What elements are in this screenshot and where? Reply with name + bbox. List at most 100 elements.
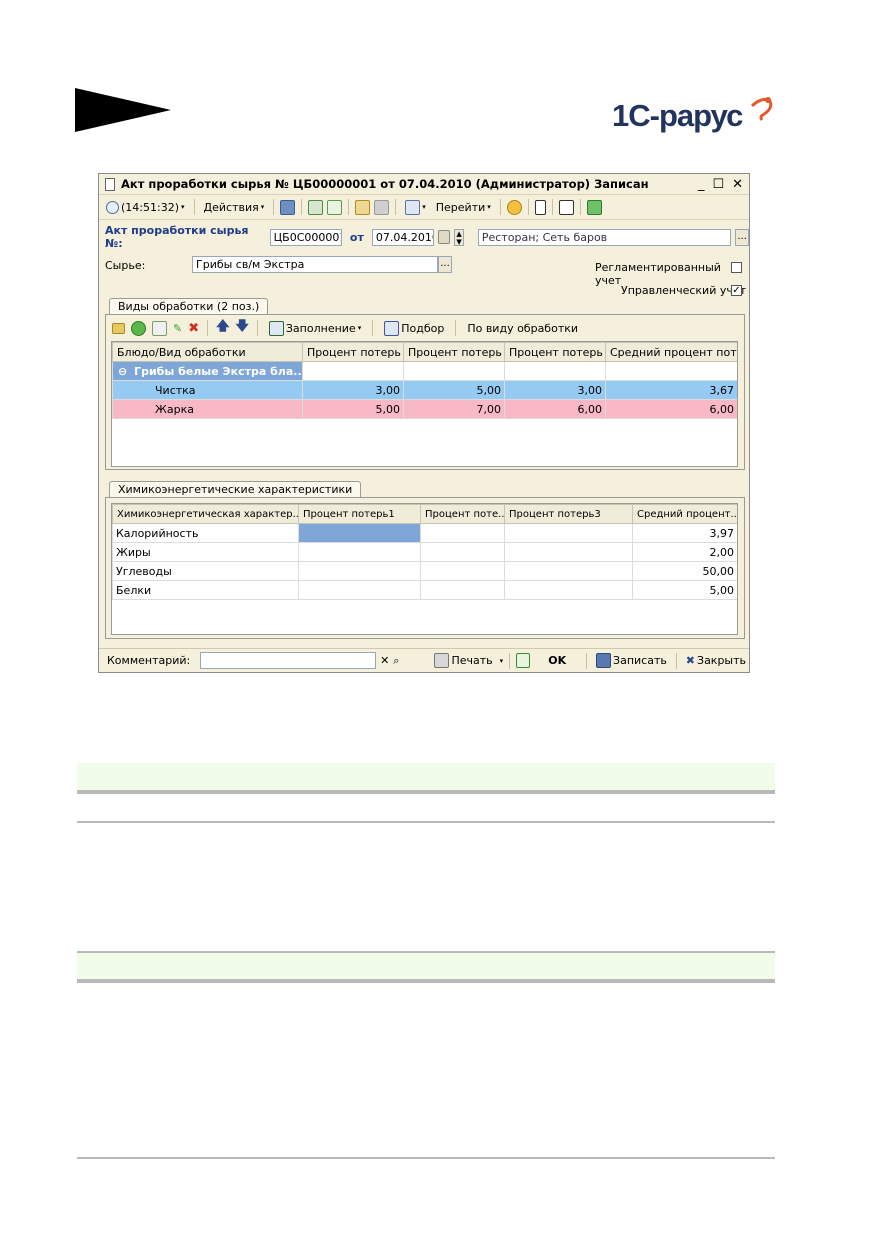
copy-row-icon[interactable] (152, 320, 167, 336)
table-cell[interactable] (302, 361, 404, 381)
column-header[interactable]: Химикоэнергетическая характер... (112, 504, 299, 524)
minimize-button[interactable]: _ (698, 177, 705, 192)
move-down-icon[interactable]: 🡇 (236, 317, 249, 339)
table-cell[interactable] (298, 561, 421, 581)
report-icon[interactable] (586, 199, 602, 215)
table-cell[interactable] (605, 361, 737, 381)
column-header[interactable]: Процент потерь 1 (302, 342, 404, 362)
table-cell[interactable]: 3,67 (605, 380, 737, 400)
date-spinner[interactable]: ▲ ▼ (454, 228, 464, 246)
selected-cell[interactable] (298, 523, 421, 543)
edit-icon[interactable]: ✎ (173, 322, 182, 335)
row-name-cell[interactable]: Жарка (112, 399, 303, 419)
row-name-cell[interactable]: Углеводы (112, 561, 299, 581)
organization-select-button[interactable]: ... (735, 228, 749, 246)
copy-document-icon[interactable] (327, 199, 343, 215)
column-header[interactable]: Процент потерь 2 (403, 342, 505, 362)
table-row[interactable]: Жарка 5,00 7,00 6,00 6,00 (112, 399, 737, 419)
group-name-cell[interactable]: ⊖ Грибы белые Экстра бла... (112, 361, 303, 381)
by-kind-button[interactable]: По виду обработки (464, 322, 581, 335)
table-cell[interactable]: 2,00 (632, 542, 737, 562)
table-cell[interactable]: 3,00 (302, 380, 404, 400)
column-header[interactable]: Процент поте... (420, 504, 505, 524)
table-row[interactable]: Жиры 2,00 (112, 542, 737, 562)
table-row[interactable]: Углеводы 50,00 (112, 561, 737, 581)
doc-number-field[interactable]: ЦБ0С000001 (269, 228, 342, 246)
raw-material-select-button[interactable]: ... (438, 256, 452, 273)
table-cell[interactable] (298, 542, 421, 562)
column-header[interactable]: Процент потерь1 (298, 504, 421, 524)
table-cell[interactable] (504, 580, 633, 600)
post-check-icon[interactable] (516, 653, 531, 668)
ok-button[interactable]: OK (548, 654, 566, 667)
column-header[interactable]: Блюдо/Вид обработки (112, 342, 303, 362)
table-cell[interactable]: 3,97 (632, 523, 737, 543)
print-dropdown-icon[interactable]: ▾ (500, 657, 504, 665)
actions-menu-button[interactable]: Действия ▾ (201, 201, 268, 214)
add-icon[interactable] (131, 320, 146, 336)
table-group-row[interactable]: ⊖ Грибы белые Экстра бла... (112, 361, 737, 381)
table-cell[interactable] (504, 542, 633, 562)
print-form-button[interactable]: ▾ (402, 199, 429, 215)
comment-input[interactable] (200, 652, 377, 669)
row-name-cell[interactable]: Жиры (112, 542, 299, 562)
table-cell[interactable]: 5,00 (632, 580, 737, 600)
list-icon[interactable] (558, 199, 574, 215)
structure-icon[interactable] (374, 199, 390, 215)
column-header[interactable]: Средний процент... (632, 504, 737, 524)
table-cell[interactable] (420, 542, 505, 562)
goto-menu-button[interactable]: Перейти ▾ (433, 201, 494, 214)
table-cell[interactable]: 5,00 (302, 399, 404, 419)
table-cell[interactable]: 5,00 (403, 380, 505, 400)
column-header[interactable]: Средний процент потерь (605, 342, 737, 362)
table-cell[interactable]: 7,00 (403, 399, 505, 419)
table-cell[interactable] (420, 561, 505, 581)
print-button[interactable]: Печать (431, 653, 495, 668)
calendar-icon[interactable] (438, 230, 451, 244)
pick-button[interactable]: Подбор (381, 320, 447, 336)
time-button[interactable]: (14:51:32) ▾ (103, 200, 188, 214)
management-accounting-checkbox[interactable]: ✓ (731, 285, 742, 296)
fill-menu-button[interactable]: Заполнение ▾ (266, 320, 364, 336)
maximize-button[interactable]: ☐ (712, 177, 724, 192)
row-name-cell[interactable]: Белки (112, 580, 299, 600)
table-cell[interactable] (504, 561, 633, 581)
raw-material-field[interactable]: Грибы св/м Экстра (192, 256, 438, 273)
tab-processing-kinds[interactable]: Виды обработки (2 поз.) (109, 298, 269, 315)
table-cell[interactable]: 3,00 (504, 380, 606, 400)
table-row[interactable]: Белки 5,00 (112, 580, 737, 600)
table-cell[interactable] (403, 361, 505, 381)
folder-icon[interactable] (112, 322, 125, 334)
table-cell[interactable] (420, 523, 505, 543)
table-cell[interactable] (420, 580, 505, 600)
table-cell[interactable] (504, 523, 633, 543)
collapse-icon[interactable]: ⊖ (118, 365, 127, 378)
table-cell[interactable]: 6,00 (605, 399, 737, 419)
row-name-cell[interactable]: Калорийность (112, 523, 299, 543)
regulated-accounting-checkbox[interactable] (731, 262, 742, 273)
close-button[interactable]: ✖ Закрыть (683, 654, 749, 667)
column-header[interactable]: Процент потерь3 (504, 504, 633, 524)
table-row[interactable]: Калорийность 3,97 (112, 523, 737, 543)
delete-icon[interactable]: ✖ (188, 321, 199, 336)
move-up-icon[interactable]: 🡅 (216, 317, 229, 339)
table-cell[interactable]: 6,00 (504, 399, 606, 419)
based-on-icon[interactable] (355, 199, 371, 215)
column-header[interactable]: Процент потерь 3 (504, 342, 606, 362)
row-name-cell[interactable]: Чистка (112, 380, 303, 400)
save-button[interactable]: Записать (593, 653, 670, 668)
table-cell[interactable]: 50,00 (632, 561, 737, 581)
refresh-icon[interactable] (308, 199, 324, 215)
table-cell[interactable] (298, 580, 421, 600)
clear-comment-icon[interactable]: ✕ (380, 654, 389, 667)
table-cell[interactable] (504, 361, 606, 381)
search-icon[interactable]: ⌕ (393, 654, 399, 668)
date-field[interactable]: 07.04.2010 (371, 228, 435, 246)
organization-field[interactable]: Ресторан; Сеть баров (477, 228, 732, 246)
table-row[interactable]: Чистка 3,00 5,00 3,00 3,67 (112, 380, 737, 400)
hierarchy-icon[interactable] (534, 199, 546, 215)
help-icon[interactable] (506, 199, 522, 215)
post-document-icon[interactable] (280, 199, 296, 215)
tab-chemical-energy[interactable]: Химикоэнергетические характеристики (109, 481, 362, 498)
close-window-button[interactable]: ✕ (732, 177, 743, 192)
